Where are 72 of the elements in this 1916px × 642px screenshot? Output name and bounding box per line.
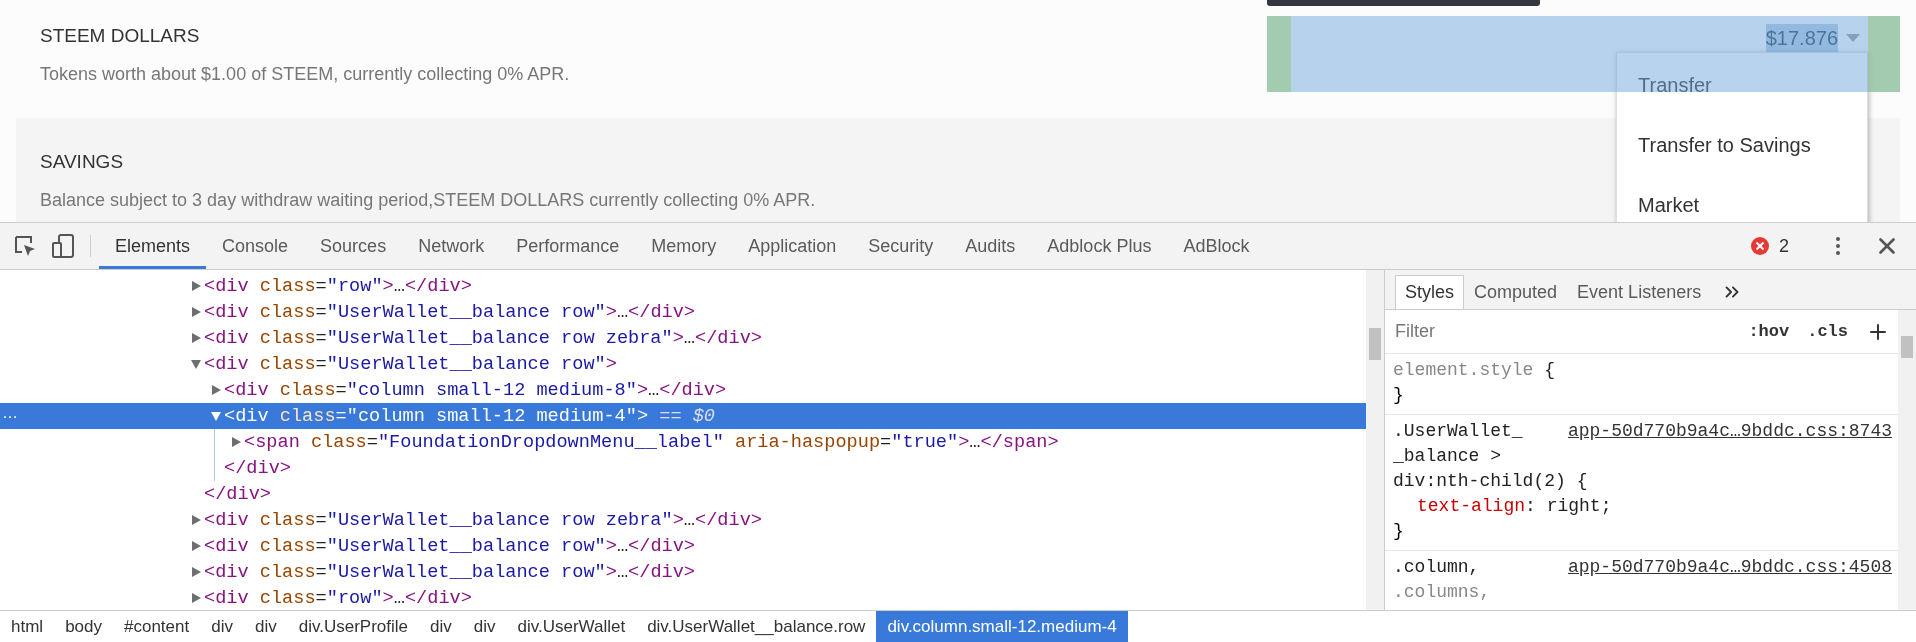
css-selector: div:nth-child(2) {	[1393, 470, 1588, 494]
styles-tab[interactable]: Event Listeners	[1567, 275, 1712, 310]
devtools-tab[interactable]: Performance	[500, 223, 636, 270]
css-selector: .UserWallet_	[1393, 420, 1523, 444]
dom-node[interactable]: <div class="UserWallet__balance row">…</div>	[0, 533, 1366, 560]
css-selector: _balance >	[1393, 445, 1502, 469]
toggle-button[interactable]: :hov	[1748, 322, 1790, 342]
dom-node[interactable]: <div class="UserWallet__balance row zebra">…</div>	[0, 325, 1366, 352]
balance-description: Balance subject to 3 day withdraw waiting period,STEEM DOLLARS currently collecting 0% APR.	[40, 189, 816, 212]
scrollbar[interactable]	[1366, 270, 1384, 611]
devtools-tab[interactable]: Memory	[635, 223, 733, 270]
breadcrumb[interactable]: div	[243, 611, 288, 642]
devtools-tab[interactable]: Console	[206, 223, 305, 270]
triangle-down-icon[interactable]	[190, 358, 202, 371]
breadcrumb[interactable]: div	[462, 611, 507, 642]
css-declaration[interactable]: text-align: right;	[1393, 494, 1892, 520]
devtools-tab[interactable]: Adblock Plus	[1031, 223, 1168, 270]
scrollbar[interactable]	[1898, 310, 1916, 611]
toggle-button[interactable]: .cls	[1807, 322, 1848, 342]
devtools-tab[interactable]: AdBlock	[1167, 223, 1266, 270]
error-icon[interactable]	[1751, 237, 1769, 256]
dom-closing-tag[interactable]: </div>	[0, 481, 1366, 508]
dom-node[interactable]: … <div class="column small-12 medium-4"> == $0	[0, 403, 1366, 430]
filter-field[interactable]: Filter	[1393, 320, 1731, 344]
devtools-tab[interactable]: Network	[402, 223, 501, 270]
balance-title: STEEM DOLLARS	[40, 24, 200, 48]
triangle-right-icon[interactable]	[190, 280, 202, 293]
menu-item[interactable]: Transfer to Savings	[1617, 115, 1867, 175]
breadcrumb[interactable]: div.UserWallet__balance.row	[636, 611, 877, 642]
dom-node[interactable]: <div class="row">…</div>	[0, 273, 1366, 300]
dom-node[interactable]: <div class="column small-12 medium-8">…</div>	[0, 377, 1366, 404]
more-icon[interactable]: …	[2, 403, 18, 424]
devtools-tab[interactable]: Elements	[99, 223, 207, 270]
dom-node[interactable]: <div class="UserWallet__balance row">	[0, 351, 1366, 378]
closing-brace: }	[1393, 384, 1404, 408]
error-count[interactable]: 2	[1779, 235, 1789, 257]
breadcrumb[interactable]: div.UserProfile	[287, 611, 419, 642]
dom-node[interactable]: <div class="row">…</div>	[0, 585, 1366, 611]
source-link[interactable]: app-50d770b9a4c…9bddc.css:4508	[1567, 555, 1892, 581]
dom-node[interactable]: <div class="UserWallet__balance row">…</div>	[0, 299, 1366, 326]
devtools-tab[interactable]: Audits	[949, 223, 1032, 270]
styles-tab[interactable]: Computed	[1464, 275, 1568, 310]
breadcrumb[interactable]: div	[419, 611, 463, 642]
triangle-right-icon[interactable]	[190, 566, 202, 579]
breadcrumb[interactable]: body	[54, 611, 113, 642]
devtools-tab[interactable]: Sources	[304, 223, 403, 270]
breadcrumb[interactable]: div.column.small-12.medium-4	[876, 611, 1128, 642]
triangle-right-icon[interactable]	[190, 540, 202, 553]
triangle-right-icon[interactable]	[230, 436, 242, 449]
triangle-right-icon[interactable]	[190, 306, 202, 319]
triangle-right-icon[interactable]	[190, 514, 202, 527]
balance-title: SAVINGS	[40, 150, 124, 174]
closing-brace: }	[1393, 520, 1404, 544]
css-selector: .column,	[1393, 556, 1480, 580]
menu-item[interactable]: Market	[1617, 175, 1867, 222]
dom-node[interactable]: <div class="UserWallet__balance row zebra">…</div>	[0, 507, 1366, 534]
triangle-right-icon[interactable]	[210, 384, 222, 397]
css-selector: .columns,	[1393, 581, 1491, 605]
devtools-tab[interactable]: Application	[732, 223, 853, 270]
breadcrumb[interactable]: div	[200, 611, 244, 642]
styles-tab[interactable]: Styles	[1395, 275, 1465, 310]
triangle-down-icon[interactable]	[210, 410, 222, 423]
devtools-tab[interactable]: Security	[852, 223, 950, 270]
css-selector: element.style {	[1393, 359, 1556, 383]
source-link[interactable]: app-50d770b9a4c…9bddc.css:8743	[1567, 419, 1892, 445]
balance-description: Tokens worth about $1.00 of STEEM, currently collecting 0% APR.	[40, 63, 570, 86]
triangle-right-icon[interactable]	[190, 332, 202, 345]
dom-node[interactable]: <div class="UserWallet__balance row">…</div>	[0, 559, 1366, 586]
breadcrumb[interactable]: #content	[113, 611, 201, 642]
triangle-right-icon[interactable]	[190, 592, 202, 605]
breadcrumb[interactable]: div.UserWallet	[506, 611, 637, 642]
breadcrumb[interactable]: html	[0, 611, 55, 642]
